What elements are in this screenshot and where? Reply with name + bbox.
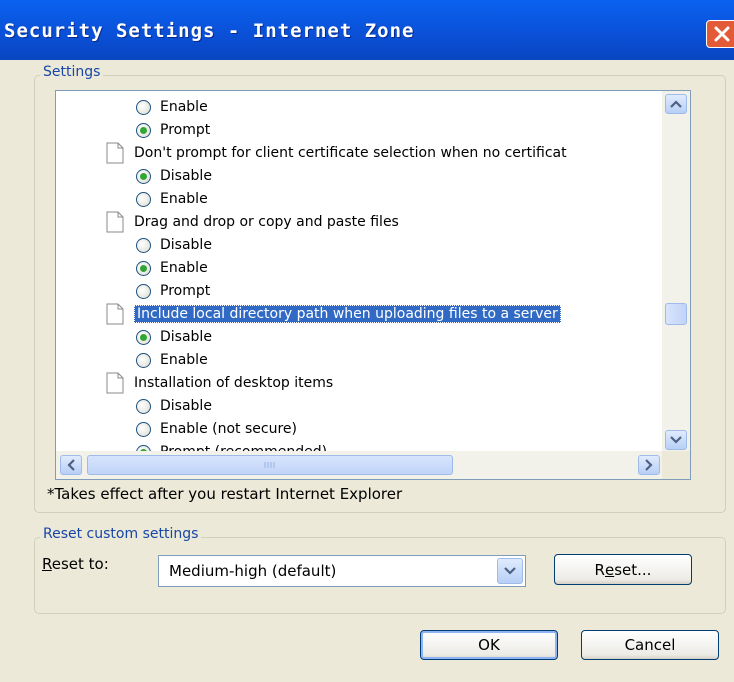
setting-label: Disable: [160, 237, 212, 253]
scroll-down-button[interactable]: [665, 430, 687, 450]
setting-option[interactable]: Enable: [136, 188, 208, 210]
setting-label: Disable: [160, 398, 212, 414]
chevron-left-icon: [67, 459, 75, 471]
reset-to-label: Reset to:: [42, 555, 109, 573]
setting-option[interactable]: Disable: [136, 326, 212, 348]
close-button[interactable]: [706, 20, 734, 48]
scroll-left-button[interactable]: [60, 455, 82, 475]
security-settings-dialog: Security Settings - Internet Zone Settin…: [0, 0, 734, 682]
radio-checked[interactable]: [136, 122, 151, 138]
radio-unchecked[interactable]: [136, 237, 151, 253]
radio-unchecked[interactable]: [136, 283, 151, 299]
setting-label: Include local directory path when upload…: [134, 305, 561, 323]
setting-option[interactable]: Enable (not secure): [136, 418, 297, 440]
vertical-scrollbar[interactable]: [662, 91, 690, 453]
chevron-down-icon: [670, 436, 682, 444]
reset-level-dropdown-button[interactable]: [497, 558, 523, 584]
reset-button-label-mnemonic: e: [604, 560, 615, 579]
setting-category[interactable]: Don't prompt for client certificate sele…: [104, 142, 567, 164]
title-bar[interactable]: Security Settings - Internet Zone: [0, 0, 734, 60]
horizontal-scroll-thumb[interactable]: [87, 455, 453, 475]
setting-option[interactable]: Prompt: [136, 119, 210, 141]
radio-checked[interactable]: [136, 260, 151, 276]
reset-button-label-a: R: [594, 560, 605, 579]
radio-unchecked[interactable]: [136, 99, 151, 115]
radio-unchecked[interactable]: [136, 398, 151, 414]
setting-label: Disable: [160, 329, 212, 345]
setting-option[interactable]: Enable: [136, 96, 208, 118]
settings-list-items: Enable Prompt Don't prompt for client cert…: [56, 91, 664, 451]
radio-unchecked[interactable]: [136, 191, 151, 207]
setting-label: Disable: [160, 168, 212, 184]
radio-checked[interactable]: [136, 329, 151, 345]
chevron-right-icon: [645, 459, 653, 471]
cancel-button[interactable]: Cancel: [581, 630, 719, 660]
setting-label: Installation of desktop items: [134, 375, 334, 391]
setting-option[interactable]: Disable: [136, 234, 212, 256]
reset-button-label-b: set...: [614, 560, 652, 579]
document-icon: [106, 303, 124, 325]
radio-checked[interactable]: [136, 168, 151, 184]
radio-unchecked[interactable]: [136, 421, 151, 437]
radio-unchecked[interactable]: [136, 352, 151, 368]
settings-group-title: Settings: [40, 64, 104, 80]
window-title: Security Settings - Internet Zone: [4, 20, 415, 42]
close-icon: [714, 26, 730, 42]
setting-option[interactable]: Enable: [136, 257, 208, 279]
settings-list[interactable]: Enable Prompt Don't prompt for client cert…: [55, 90, 691, 480]
setting-category[interactable]: Installation of desktop items: [104, 372, 333, 394]
setting-label: Enable (not secure): [160, 421, 297, 437]
document-icon: [106, 372, 124, 394]
setting-label: Enable: [160, 260, 208, 276]
setting-label: Enable: [160, 191, 208, 207]
reset-to-label-mnemonic: R: [42, 555, 52, 573]
setting-label: Enable: [160, 352, 208, 368]
reset-level-select[interactable]: Medium-high (default): [158, 555, 526, 587]
setting-label: Prompt (recommended): [160, 444, 327, 451]
document-icon: [106, 142, 124, 164]
scrollbar-corner: [662, 451, 690, 479]
setting-label: Don't prompt for client certificate sele…: [134, 145, 567, 161]
setting-category[interactable]: Include local directory path when upload…: [104, 303, 561, 325]
setting-option[interactable]: Prompt (recommended): [136, 441, 327, 451]
setting-label: Prompt: [160, 122, 211, 138]
scroll-right-button[interactable]: [638, 455, 660, 475]
chevron-up-icon: [670, 100, 682, 108]
reset-group-title: Reset custom settings: [40, 526, 202, 542]
chevron-down-icon: [504, 567, 516, 575]
setting-option[interactable]: Enable: [136, 349, 208, 371]
setting-label: Prompt: [160, 283, 211, 299]
horizontal-scrollbar[interactable]: [56, 451, 664, 479]
setting-option[interactable]: Disable: [136, 165, 212, 187]
setting-category[interactable]: Drag and drop or copy and paste files: [104, 211, 399, 233]
reset-level-value: Medium-high (default): [169, 562, 337, 580]
setting-option[interactable]: Disable: [136, 395, 212, 417]
document-icon: [106, 211, 124, 233]
restart-note: *Takes effect after you restart Internet…: [47, 485, 403, 503]
setting-option[interactable]: Prompt: [136, 280, 210, 302]
vertical-scroll-thumb[interactable]: [665, 303, 687, 325]
setting-label: Drag and drop or copy and paste files: [134, 214, 399, 230]
grip-icon: [264, 462, 275, 468]
setting-label: Enable: [160, 99, 208, 115]
ok-button[interactable]: OK: [420, 630, 558, 660]
reset-to-label-rest: eset to:: [51, 555, 109, 573]
reset-button[interactable]: Re set...: [554, 554, 692, 585]
scroll-up-button[interactable]: [665, 94, 687, 114]
